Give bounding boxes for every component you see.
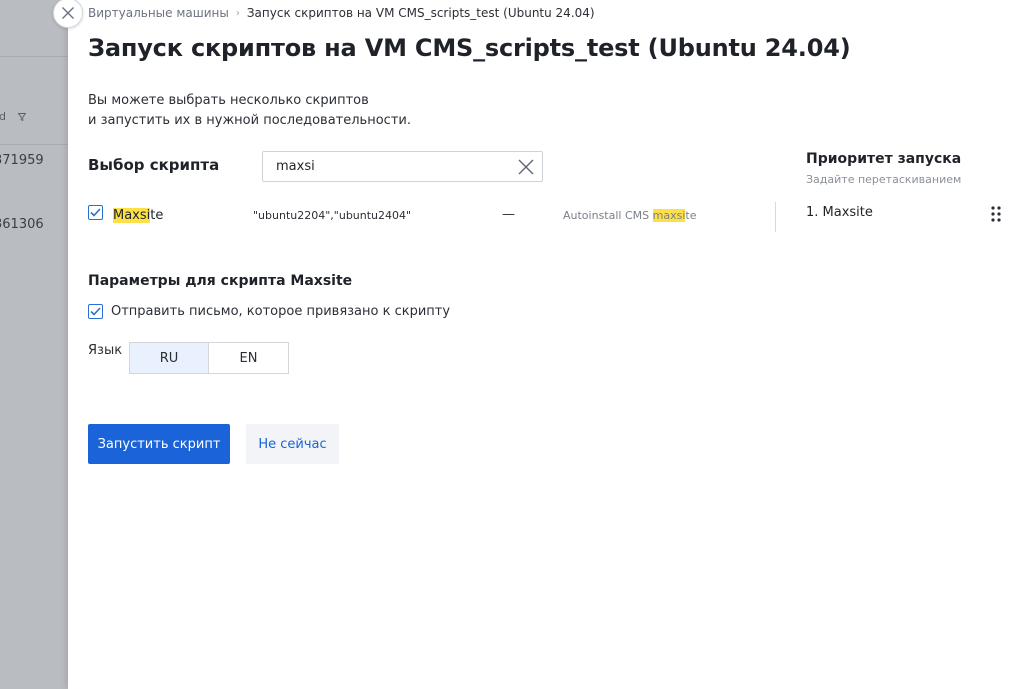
priority-hint: Задайте перетаскиванием	[806, 173, 962, 186]
priority-item[interactable]: 1. Maxsite	[806, 205, 873, 220]
clear-search-icon[interactable]	[516, 157, 536, 177]
breadcrumb: Виртуальные машины › Запуск скриптов на …	[88, 6, 595, 20]
not-now-button[interactable]: Не сейчас	[246, 424, 339, 464]
drag-handle-icon[interactable]	[990, 205, 1002, 223]
chevron-right-icon: ›	[235, 7, 240, 19]
script-search-input[interactable]	[263, 152, 503, 181]
run-script-button[interactable]: Запустить скрипт	[88, 424, 230, 464]
language-option-en[interactable]: EN	[209, 342, 289, 374]
script-row[interactable]: Maxsite "ubuntu2204","ubuntu2404" — Auto…	[88, 204, 778, 230]
language-label: Язык	[88, 343, 123, 358]
script-empty-value: —	[502, 207, 515, 222]
page-title: Запуск скриптов на VM CMS_scripts_test (…	[88, 34, 851, 62]
search-highlight: Maxsi	[113, 208, 151, 223]
column-divider	[775, 202, 776, 232]
priority-title: Приоритет запуска	[806, 151, 962, 167]
send-email-label: Отправить письмо, которое привязано к ск…	[111, 304, 451, 319]
script-os-list: "ubuntu2204","ubuntu2404"	[253, 209, 412, 222]
language-option-ru[interactable]: RU	[129, 342, 209, 374]
background-row-id[interactable]: 371959	[0, 153, 44, 168]
background-page: id 371959 361306	[0, 0, 68, 689]
background-row-id[interactable]: 361306	[0, 217, 44, 232]
send-email-checkbox[interactable]	[88, 304, 103, 319]
script-select-label: Выбор скрипта	[88, 156, 220, 174]
script-description: Autoinstall CMS maxsite	[563, 209, 697, 222]
search-highlight: maxsi	[652, 209, 686, 222]
params-title: Параметры для скрипта Maxsite	[88, 273, 353, 289]
description-line: Вы можете выбрать несколько скриптов	[88, 93, 369, 108]
filter-icon[interactable]	[17, 113, 26, 121]
background-column-header[interactable]: id	[0, 110, 26, 123]
run-scripts-panel: Виртуальные машины › Запуск скриптов на …	[68, 0, 1020, 689]
script-search-field[interactable]	[262, 151, 543, 182]
breadcrumb-link-vms[interactable]: Виртуальные машины	[88, 6, 229, 20]
language-toggle: RU EN	[129, 342, 289, 374]
script-checkbox[interactable]	[88, 205, 103, 220]
description: Вы можете выбрать несколько скриптов и з…	[88, 91, 411, 131]
close-icon	[62, 7, 74, 19]
script-name: Maxsite	[113, 208, 164, 223]
breadcrumb-current: Запуск скриптов на VM CMS_scripts_test (…	[246, 6, 595, 20]
background-toolbar	[0, 57, 68, 145]
description-line: и запустить их в нужной последовательнос…	[88, 113, 411, 128]
